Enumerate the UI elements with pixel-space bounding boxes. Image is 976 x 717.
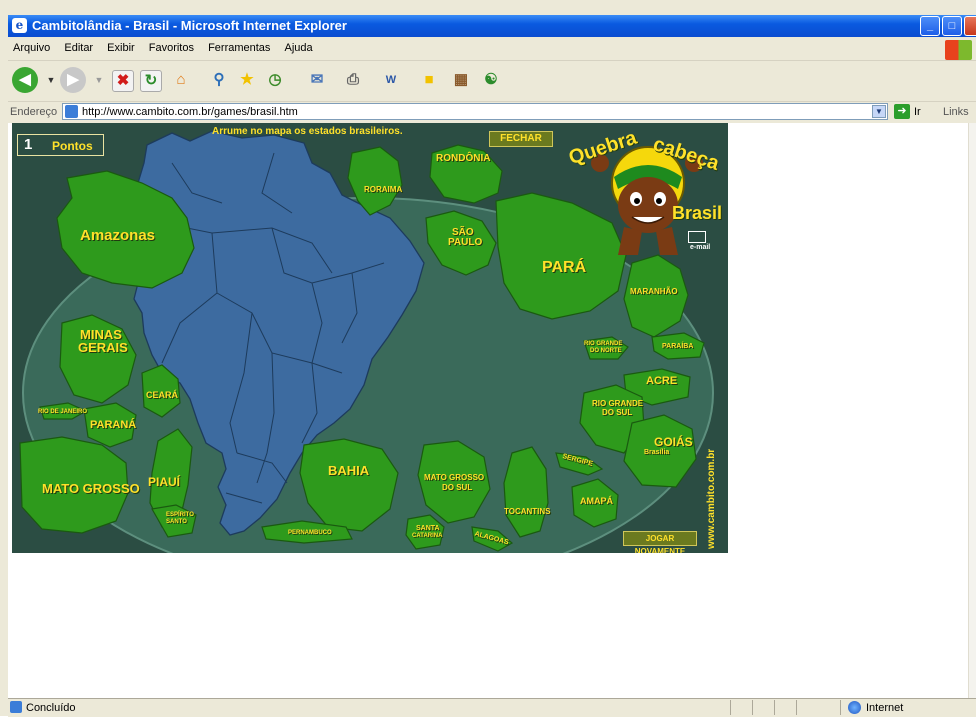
puzzle-game: Arrume no mapa os estados brasileiros. 1… (12, 123, 728, 553)
menu-ajuda[interactable]: Ajuda (279, 38, 318, 54)
label-matogrosso[interactable]: MATO GROSSO (42, 481, 140, 496)
close-game-button[interactable]: FECHAR (489, 131, 553, 147)
label-es-2[interactable]: SANTO (166, 519, 187, 525)
label-amapa[interactable]: AMAPÁ (580, 496, 613, 506)
label-es-1[interactable]: ESPÍRITO (166, 512, 194, 518)
title-bar[interactable]: e Cambitolândia - Brasil - Microsoft Int… (8, 15, 976, 37)
play-again-button[interactable]: JOGAR NOVAMENTE (623, 531, 697, 553)
menu-editar[interactable]: Editar (59, 38, 99, 54)
label-rs-1[interactable]: RIO GRANDE (592, 399, 643, 408)
status-text: Concluído (26, 702, 76, 714)
status-divider (774, 700, 775, 715)
label-maranhao[interactable]: MARANHÃO (630, 287, 678, 296)
label-ms-1[interactable]: MATO GROSSO (424, 473, 484, 482)
label-pernambuco[interactable]: PERNAMBUCO (288, 530, 332, 536)
menu-exibir[interactable]: Exibir (102, 38, 141, 54)
instruction-text: Arrume no mapa os estados brasileiros. (212, 126, 403, 137)
label-saopaulo-2[interactable]: PAULO (448, 237, 482, 248)
site-url-text: www.cambito.com.br (706, 448, 717, 549)
label-bahia[interactable]: BAHIA (328, 463, 369, 478)
label-goias[interactable]: GOIÁS (654, 435, 693, 449)
label-acre[interactable]: ACRE (646, 375, 677, 387)
edit-icon[interactable]: W (378, 67, 404, 93)
page-icon (65, 105, 78, 118)
label-paraiba[interactable]: PARAÍBA (662, 343, 693, 350)
label-rn-1[interactable]: RIO GRANDE (584, 341, 622, 347)
label-parana[interactable]: PARANÁ (90, 419, 136, 431)
ie-icon: e (12, 18, 27, 33)
menu-ferramentas[interactable]: Ferramentas (203, 38, 276, 54)
status-divider (752, 700, 753, 715)
score-value: 1 (24, 136, 33, 153)
print-icon[interactable]: ⎙ (340, 67, 366, 93)
maximize-button[interactable]: □ (942, 16, 962, 36)
internet-zone-icon (848, 701, 861, 714)
address-dropdown-icon[interactable]: ▼ (872, 105, 886, 118)
label-brasilia[interactable]: Brasília (644, 449, 669, 456)
label-rondonia[interactable]: RONDÔNIA (436, 153, 490, 164)
browser-window: e Cambitolândia - Brasil - Microsoft Int… (0, 0, 976, 717)
zone-text: Internet (866, 702, 904, 714)
page-done-icon (10, 701, 22, 713)
forward-icon[interactable]: ▶ (60, 67, 86, 93)
back-dropdown-icon[interactable]: ▼ (46, 67, 56, 93)
minimize-button[interactable]: _ (920, 16, 940, 36)
window-title: Cambitolândia - Brasil - Microsoft Inter… (32, 18, 347, 33)
home-icon[interactable]: ⌂ (168, 67, 194, 93)
label-piaui[interactable]: PIAUÍ (148, 475, 180, 489)
menu-arquivo[interactable]: Arquivo (8, 38, 56, 54)
label-amazonas[interactable]: Amazonas (80, 227, 155, 244)
label-ceara[interactable]: CEARÁ (146, 390, 178, 400)
messenger-icon[interactable]: ☯ (478, 67, 504, 93)
label-rj[interactable]: RIO DE JANEIRO (38, 409, 87, 415)
score-box: 1 Pontos (17, 134, 104, 156)
back-icon[interactable]: ◀ (12, 67, 38, 93)
status-bar: Concluído Internet (8, 698, 976, 717)
toolbar: ◀ ▼ ▶ ▼ ✖ ↻ ⌂ ⚲ ★ ◷ ✉ ⎙ W ■ ▦ ☯ (8, 61, 976, 102)
go-icon[interactable]: ➜ (894, 104, 910, 119)
label-rs-2[interactable]: DO SUL (602, 408, 632, 417)
search-icon[interactable]: ⚲ (206, 67, 232, 93)
go-button[interactable]: Ir (914, 106, 921, 118)
research-icon[interactable]: ▦ (448, 67, 474, 93)
address-input[interactable]: http://www.cambito.com.br/games/brasil.h… (62, 103, 888, 120)
label-rn-2[interactable]: DO NORTE (590, 348, 622, 354)
status-divider (840, 700, 841, 715)
windows-flag-icon (945, 40, 972, 60)
vertical-scrollbar[interactable] (968, 123, 976, 698)
email-label[interactable]: e-mail (690, 244, 710, 251)
label-sc-2[interactable]: CATARINA (412, 533, 442, 539)
folder-icon[interactable]: ■ (416, 67, 442, 93)
stop-icon[interactable]: ✖ (112, 70, 134, 92)
label-para[interactable]: PARÁ (542, 259, 586, 277)
address-label: Endereço (10, 106, 58, 118)
address-bar: Endereço http://www.cambito.com.br/games… (8, 102, 976, 122)
refresh-icon[interactable]: ↻ (140, 70, 162, 92)
menu-bar: Arquivo Editar Exibir Favoritos Ferramen… (8, 38, 976, 61)
label-ms-2[interactable]: DO SUL (442, 483, 472, 492)
email-icon[interactable] (688, 231, 706, 243)
address-url[interactable]: http://www.cambito.com.br/games/brasil.h… (82, 106, 298, 118)
favorites-icon[interactable]: ★ (234, 67, 260, 93)
score-label: Pontos (52, 139, 93, 153)
links-button[interactable]: Links (943, 106, 969, 118)
label-tocantins[interactable]: TOCANTINS (504, 507, 551, 516)
forward-dropdown-icon[interactable]: ▼ (94, 67, 104, 93)
close-button[interactable] (964, 16, 976, 36)
status-divider (730, 700, 731, 715)
menu-favoritos[interactable]: Favoritos (144, 38, 200, 54)
mail-icon[interactable]: ✉ (304, 67, 330, 93)
status-divider (796, 700, 797, 715)
label-minas-2[interactable]: GERAIS (78, 340, 128, 355)
logo-brasil: Brasil (672, 203, 723, 223)
label-roraima[interactable]: RORAIMA (364, 185, 402, 194)
label-sc-1[interactable]: SANTA (416, 525, 440, 532)
history-icon[interactable]: ◷ (262, 67, 288, 93)
